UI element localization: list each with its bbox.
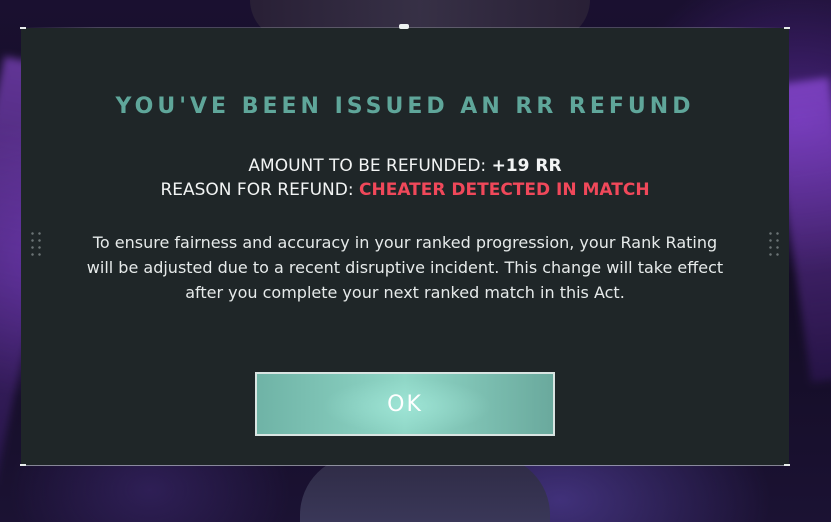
top-notch-marker [399, 24, 409, 29]
dot-grid-right-icon [767, 230, 781, 260]
reason-label: REASON FOR REFUND: [160, 180, 360, 200]
amount-value: +19 RR [491, 156, 562, 176]
corner-marker-top-right [784, 27, 790, 29]
reason-value: CHEATER DETECTED IN MATCH [359, 180, 650, 200]
amount-label: AMOUNT TO BE REFUNDED: [248, 156, 492, 176]
rr-refund-dialog: YOU'VE BEEN ISSUED AN RR REFUND AMOUNT T… [20, 24, 790, 466]
ok-button[interactable]: OK [255, 372, 555, 436]
refund-info: AMOUNT TO BE REFUNDED: +19 RR REASON FOR… [21, 154, 789, 202]
dialog-title: YOU'VE BEEN ISSUED AN RR REFUND [115, 94, 695, 119]
corner-marker-bottom-left [20, 464, 26, 466]
dot-grid-left-icon [29, 230, 43, 260]
dialog-bottom-edge [21, 465, 789, 466]
corner-marker-top-left [20, 27, 26, 29]
reason-line: REASON FOR REFUND: CHEATER DETECTED IN M… [21, 178, 789, 202]
ok-button-label: OK [387, 391, 423, 417]
corner-marker-bottom-right [784, 464, 790, 466]
dialog-body-text: To ensure fairness and accuracy in your … [86, 233, 724, 302]
amount-line: AMOUNT TO BE REFUNDED: +19 RR [21, 154, 789, 178]
